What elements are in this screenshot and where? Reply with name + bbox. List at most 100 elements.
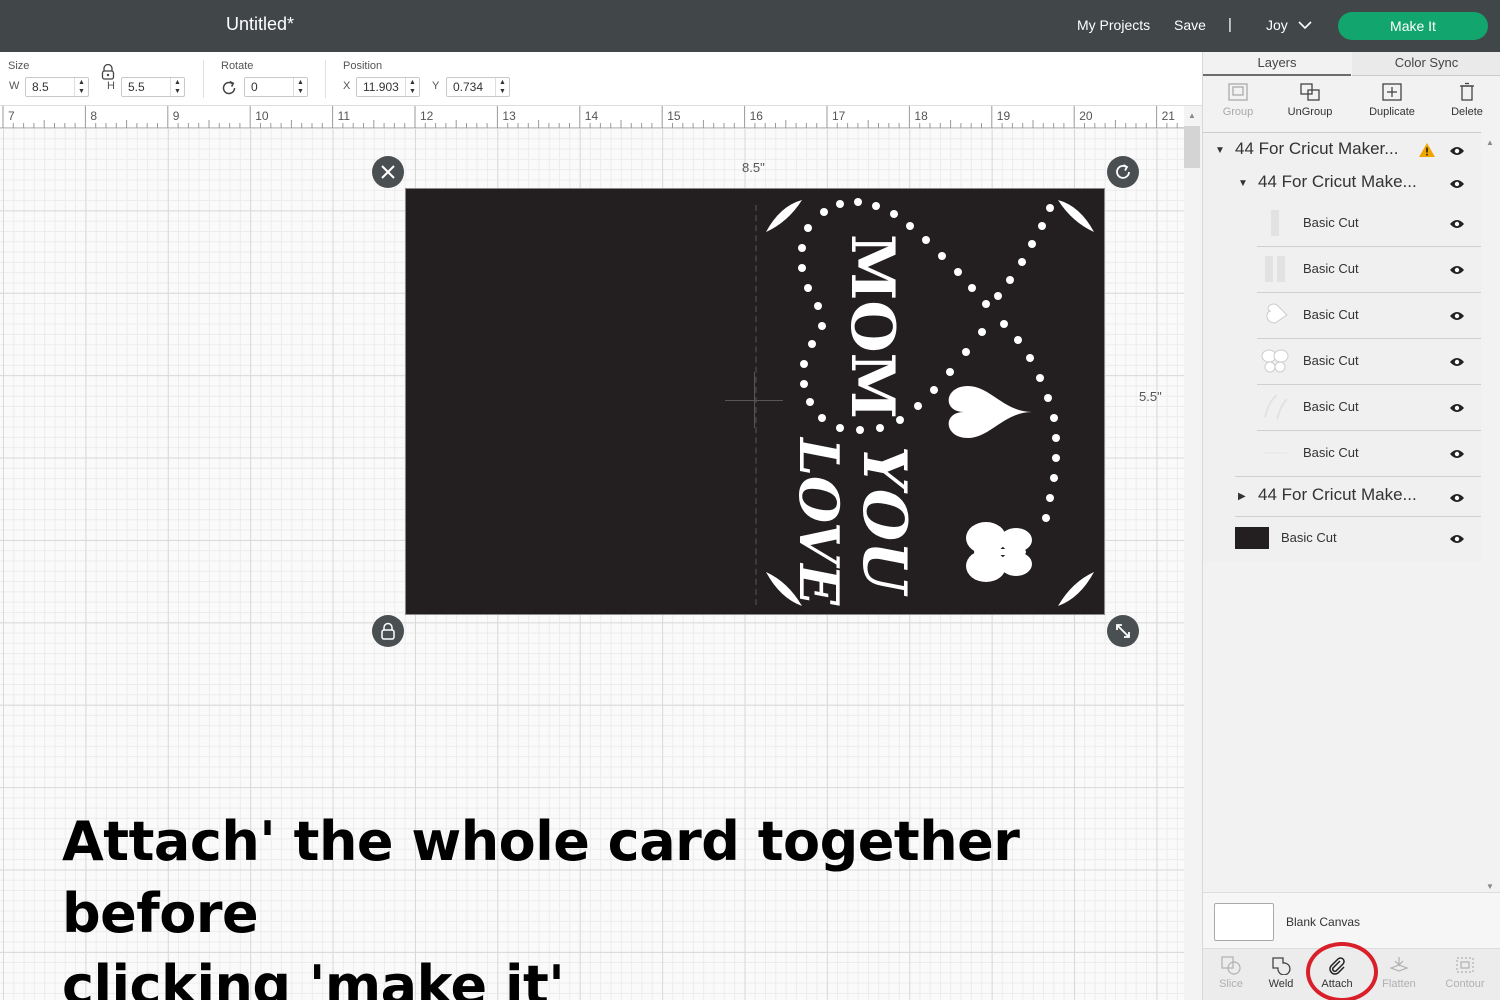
layer-item[interactable]: Basic Cut [1203, 201, 1481, 247]
height-label: H [107, 80, 115, 92]
duplicate-button[interactable]: Duplicate [1357, 82, 1427, 124]
layer-item[interactable]: Basic Cut [1203, 339, 1481, 385]
ruler-label: 15 [667, 109, 681, 123]
eye-icon[interactable] [1449, 178, 1465, 190]
eye-icon[interactable] [1449, 310, 1465, 322]
y-position-input[interactable]: 0.734 ▲ ▼ [446, 77, 510, 97]
caret-down-icon[interactable]: ▼ [1215, 145, 1225, 156]
delete-button[interactable]: Delete [1432, 82, 1500, 124]
rotate-stepper[interactable]: ▲ ▼ [293, 78, 307, 96]
ruler-label: 14 [585, 109, 599, 123]
canvas-scrollbar[interactable]: ▲ [1184, 106, 1202, 1000]
y-stepper[interactable]: ▲ ▼ [495, 78, 509, 96]
lock-icon[interactable] [101, 64, 115, 80]
eye-icon[interactable] [1449, 492, 1465, 504]
height-input[interactable]: 5.5 ▲ ▼ [121, 77, 185, 97]
ruler-label: 18 [914, 109, 928, 123]
ungroup-button[interactable]: UnGroup [1275, 82, 1345, 124]
rotate-input[interactable]: 0 ▲ ▼ [244, 77, 308, 97]
layer-thumbnail [1264, 394, 1288, 420]
slice-button[interactable]: Slice [1203, 953, 1259, 997]
layer-item[interactable]: Basic Cut [1203, 293, 1481, 339]
rotate-handle[interactable] [1107, 156, 1139, 188]
layer-color-swatch [1235, 527, 1269, 549]
user-menu[interactable]: Joy [1266, 17, 1288, 33]
scroll-up-icon[interactable]: ▲ [1188, 111, 1196, 120]
eye-icon[interactable] [1449, 145, 1465, 157]
eye-icon[interactable] [1449, 264, 1465, 276]
blank-canvas-row[interactable]: Blank Canvas [1203, 892, 1500, 948]
slice-icon [1221, 956, 1241, 975]
ruler-label: 21 [1162, 109, 1176, 123]
width-stepper[interactable]: ▲ ▼ [74, 78, 88, 96]
card-text-you: YOU [849, 446, 919, 597]
x-position-input[interactable]: 11.903 ▲ ▼ [356, 77, 420, 97]
resize-handle[interactable] [1107, 615, 1139, 647]
tab-color-sync[interactable]: Color Sync [1352, 52, 1500, 76]
layer-item[interactable]: Basic Cut [1203, 247, 1481, 293]
make-it-button[interactable]: Make It [1338, 12, 1488, 40]
scroll-up-icon[interactable]: ▲ [1486, 138, 1494, 147]
rotate-icon [222, 80, 236, 95]
edit-toolbar: Size W 8.5 ▲ ▼ H 5.5 ▲ ▼ Rotate 0 ▲ ▼ Position… [0, 52, 1202, 106]
save-button[interactable]: Save [1174, 17, 1206, 33]
ruler-label: 12 [420, 109, 434, 123]
group-label: Group [1222, 106, 1254, 118]
group-icon [1228, 83, 1248, 101]
project-title: Untitled* [226, 14, 295, 34]
tab-layers[interactable]: Layers [1203, 52, 1351, 76]
layer-base-label: Basic Cut [1281, 530, 1337, 545]
flatten-button[interactable]: Flatten [1371, 953, 1427, 997]
horizontal-ruler: 7 8 9 10 11 12 13 14 15 16 17 18 19 20 21 [0, 106, 1184, 128]
ruler-label: 8 [90, 109, 97, 123]
lock-handle[interactable] [372, 615, 404, 647]
size-label: Size [8, 60, 30, 72]
layer-thumbnail [1263, 452, 1287, 454]
x-stepper[interactable]: ▲ ▼ [405, 78, 419, 96]
weld-icon [1272, 957, 1291, 975]
contour-button[interactable]: Contour [1437, 953, 1493, 997]
toolbar-divider [325, 60, 326, 98]
chevron-down-icon[interactable] [1298, 20, 1312, 30]
ruler-label: 13 [502, 109, 516, 123]
x-position-value: 11.903 [363, 80, 399, 94]
layers-list: ▼ 44 For Cricut Maker... ▼ 44 For Cricut… [1203, 132, 1481, 562]
layer-group-2-label: 44 For Cricut Make... [1258, 485, 1417, 504]
width-value: 8.5 [32, 80, 49, 94]
warning-icon [1419, 143, 1435, 157]
caret-right-icon[interactable]: ▶ [1238, 491, 1246, 502]
eye-icon[interactable] [1449, 218, 1465, 230]
delete-handle[interactable] [372, 156, 404, 188]
caret-down-icon[interactable]: ▼ [1238, 178, 1248, 189]
eye-icon[interactable] [1449, 402, 1465, 414]
x-label: X [343, 80, 351, 92]
resize-arrows-icon [1116, 624, 1130, 638]
blank-canvas-swatch[interactable] [1214, 903, 1274, 941]
rotate-label: Rotate [221, 60, 254, 72]
layer-item[interactable]: Basic Cut [1203, 385, 1481, 431]
width-input[interactable]: 8.5 ▲ ▼ [25, 77, 89, 97]
blank-canvas-label: Blank Canvas [1286, 915, 1361, 929]
height-stepper[interactable]: ▲ ▼ [170, 78, 184, 96]
caption-line-2: clicking 'make it' [62, 954, 565, 1000]
layer-group-1-sub[interactable]: ▼ 44 For Cricut Make... [1203, 167, 1481, 201]
eye-icon[interactable] [1449, 356, 1465, 368]
ruler-label: 20 [1079, 109, 1093, 123]
card-artwork[interactable]: MOM LOVE YOU [760, 192, 1105, 612]
eye-icon[interactable] [1449, 533, 1465, 545]
my-projects-link[interactable]: My Projects [1077, 17, 1150, 33]
group-button[interactable]: Group [1203, 82, 1273, 124]
layer-item-label: Basic Cut [1303, 445, 1359, 460]
scroll-down-icon[interactable]: ▼ [1486, 882, 1494, 891]
layer-base[interactable]: Basic Cut [1203, 517, 1481, 561]
slice-label: Slice [1219, 978, 1243, 990]
eye-icon[interactable] [1449, 448, 1465, 460]
weld-button[interactable]: Weld [1253, 953, 1309, 997]
layer-group-2[interactable]: ▶ 44 For Cricut Make... [1203, 477, 1481, 517]
layer-item[interactable]: Basic Cut [1203, 431, 1481, 477]
layer-group-1[interactable]: ▼ 44 For Cricut Maker... [1203, 133, 1481, 167]
score-line [755, 205, 757, 605]
scroll-thumb[interactable] [1184, 126, 1200, 168]
layers-scrollbar[interactable]: ▲ ▼ [1483, 132, 1499, 892]
height-dimension-label: 5.5" [1139, 389, 1162, 404]
